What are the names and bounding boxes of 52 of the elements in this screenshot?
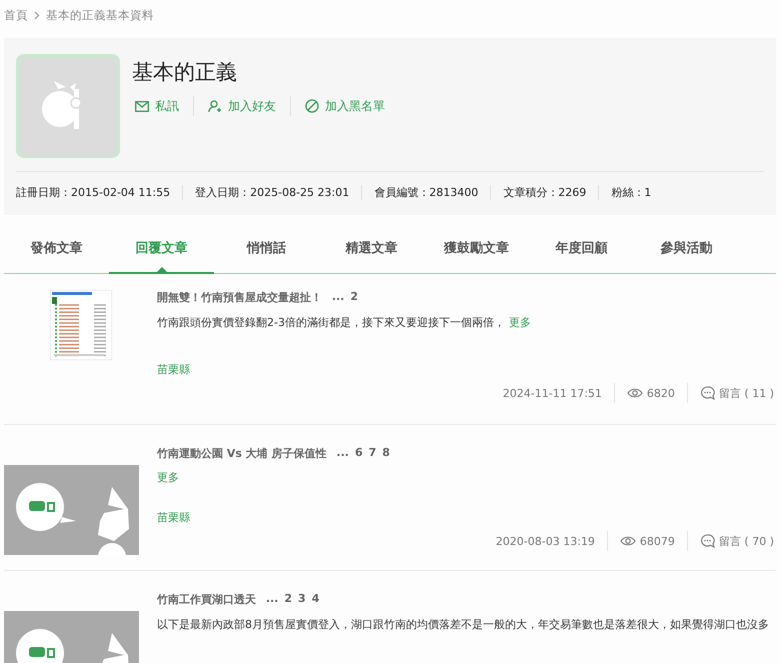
page-link[interactable]: 7: [368, 446, 376, 461]
ellipsis-text: ...: [264, 592, 278, 607]
stat-text: 文章積分：2269: [490, 184, 598, 200]
post-title[interactable]: 竹南運動公園 Vs 大埔 房子保值性: [157, 446, 327, 461]
tab[interactable]: 參與活動: [634, 229, 739, 273]
tab[interactable]: 回覆文章: [109, 229, 214, 274]
tab[interactable]: 發佈文章: [4, 229, 109, 273]
post-excerpt: 以下是最新內政部8月預售屋實價登入，湖口跟竹南的均價落差不是一般的大，年交易筆數也是落差很大，如果覺得湖口也沒多: [157, 618, 769, 631]
breadcrumb-link[interactable]: 首頁: [4, 8, 28, 22]
location-tag[interactable]: 苗栗縣: [157, 362, 776, 377]
more-link[interactable]: 更多: [157, 470, 179, 485]
comment-count[interactable]: 留言 ( 11 ): [718, 386, 774, 400]
page-link[interactable]: 2: [350, 290, 358, 305]
tab[interactable]: 精選文章: [319, 229, 424, 273]
user-name: 基本的正義: [132, 59, 238, 86]
tab[interactable]: 年度回顧: [529, 229, 634, 273]
location-tag[interactable]: 苗栗縣: [157, 510, 776, 525]
table-screenshot-drawing: [50, 290, 112, 360]
post-date: 2024-11-11 17:51: [502, 386, 603, 402]
ban-icon: [305, 99, 319, 113]
tab[interactable]: 悄悄話: [214, 229, 319, 273]
add-friend-link[interactable]: 加入好友: [193, 96, 290, 116]
page-link[interactable]: 8: [382, 446, 390, 461]
blacklist-link[interactable]: 加入黑名單: [290, 96, 399, 116]
stat-text: 會員編號：2813400: [361, 184, 490, 200]
stat-text: 註冊日期：2015-02-04 11:55: [16, 184, 172, 200]
page-link[interactable]: 6: [354, 446, 363, 461]
page-link[interactable]: 3: [298, 592, 306, 607]
post-excerpt: 竹南跟頭份實價登錄翻2-3倍的滿街都是，接下來又要迎接下一個兩倍，: [157, 316, 505, 329]
tab[interactable]: 獲鼓勵文章: [424, 229, 529, 273]
view-count: 68079: [640, 534, 675, 548]
eye-icon: [620, 536, 636, 546]
post-title[interactable]: 竹南工作買湖口透天: [157, 592, 256, 607]
chevron-icon: [34, 10, 40, 20]
post-title[interactable]: 開無雙！竹南預售屋成交量超扯！: [157, 290, 322, 305]
comment-icon: [700, 386, 715, 400]
add-user-icon: [208, 100, 222, 112]
stat-text: 登入日期：2025-08-25 23:01: [182, 184, 362, 200]
ellipsis-text: ...: [335, 446, 349, 461]
envelope-icon: [135, 100, 149, 112]
view-count: 6820: [646, 386, 675, 400]
breadcrumb-link[interactable]: 基本的正義基本資料: [46, 8, 154, 22]
more-link[interactable]: 更多: [508, 316, 531, 329]
comment-icon: [700, 534, 715, 548]
eye-icon: [626, 388, 643, 398]
stat-text: 粉絲：1: [598, 184, 664, 200]
page-link[interactable]: 4: [312, 592, 320, 607]
ellipsis-text: ...: [330, 290, 344, 305]
message-link[interactable]: 私訊: [132, 96, 193, 116]
comment-count[interactable]: 留言 ( 70 ): [718, 534, 774, 548]
post-date: 2020-08-03 13:19: [494, 534, 596, 550]
page-link[interactable]: 2: [284, 592, 292, 607]
